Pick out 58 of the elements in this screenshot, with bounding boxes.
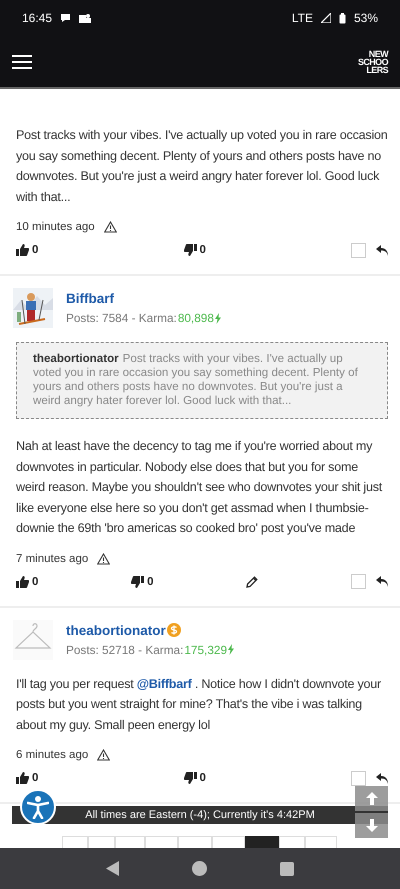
coin-icon <box>166 623 181 637</box>
scroll-down-button[interactable] <box>355 813 388 838</box>
menu-icon[interactable] <box>12 54 32 68</box>
post-time: 10 minutes ago <box>16 221 95 233</box>
signal-icon <box>320 13 331 23</box>
scroll-up-button[interactable] <box>355 786 388 811</box>
recents-icon[interactable] <box>280 862 294 876</box>
thumbs-up-icon <box>16 576 29 588</box>
select-checkbox[interactable] <box>351 770 366 786</box>
upvote-button[interactable]: 0 <box>16 772 38 784</box>
logo-text[interactable]: LERS <box>366 66 388 74</box>
home-icon[interactable] <box>192 861 207 876</box>
post-time: 7 minutes ago <box>16 552 88 564</box>
upvote-button[interactable]: 0 <box>16 576 38 588</box>
lightning-icon <box>228 644 234 655</box>
username-link[interactable]: theabortionator <box>66 622 166 638</box>
lightning-icon <box>214 312 221 324</box>
post-stats: Posts: 52718 - Karma: <box>66 642 184 656</box>
upvote-button[interactable]: 0 <box>16 244 38 256</box>
logo-text[interactable]: SCHOO <box>358 58 388 66</box>
status-time: 16:45 <box>22 11 52 25</box>
logo-text[interactable]: NEW <box>368 50 388 58</box>
reply-icon[interactable] <box>376 772 388 784</box>
arrow-up-icon <box>366 792 378 805</box>
reply-icon[interactable] <box>376 244 388 256</box>
warning-icon[interactable] <box>104 221 117 233</box>
downvote-button[interactable]: 0 <box>184 772 206 784</box>
karma-count: 175,329 <box>184 642 228 656</box>
thumbs-down-icon <box>131 576 144 588</box>
warning-icon[interactable] <box>97 552 110 564</box>
post-text: I'll tag you per request @Biffbarf . Notice how I didn't downvote your posts but you went straight for mine? That's the vibe i was talking about my guy. Small peen energy lol <box>16 676 382 734</box>
thumbs-up-icon <box>16 244 29 256</box>
network-label: LTE <box>292 11 313 25</box>
quote-block: theabortionator Post tracks with your vibes. I've actually up voted you in rare occasion you say something decent. Plenty of yours and others posts have no downvotes. But you're just a weird angry hater forever lol. Good luck with that... <box>16 342 388 419</box>
mention-link[interactable]: @Biffbarf <box>136 676 192 690</box>
reply-icon[interactable] <box>376 576 388 587</box>
post-stats: Posts: 7584 - Karma: <box>66 311 177 325</box>
back-icon[interactable] <box>106 861 120 876</box>
chat-icon <box>60 13 72 23</box>
pencil-icon[interactable] <box>246 576 258 588</box>
thumbs-down-icon <box>184 244 196 256</box>
warning-icon[interactable] <box>97 749 110 761</box>
battery-icon <box>338 12 346 24</box>
arrow-down-icon <box>366 819 378 832</box>
downvote-button[interactable]: 0 <box>131 576 154 588</box>
post-time: 6 minutes ago <box>16 749 88 761</box>
select-checkbox[interactable] <box>350 574 366 589</box>
battery-level: 53% <box>354 11 378 25</box>
thumbs-down-icon <box>184 772 196 784</box>
team-app-icon <box>79 12 92 24</box>
username-link[interactable]: Biffbarf <box>66 291 114 306</box>
post-text: Post tracks with your vibes. I've actually up voted you in rare occasion you say something decent. Plenty of yours and others posts have no downvotes. But you're just a weird angry hater forever lol. Good luck with that... <box>16 127 388 206</box>
karma-count: 80,898 <box>178 311 214 325</box>
post-text: Nah at least have the decency to tag me if you're worried about my downvotes in particular. Nobody else does that but you for some weird reason. Maybe you shouldn't see who downvotes your shit just like everyone else here so you don't get assmad when I thumbsie-downie the 69th 'bro americas so cooked bro' post you've made <box>16 438 384 537</box>
person-icon <box>27 795 49 819</box>
thumbs-up-icon <box>16 772 29 784</box>
select-checkbox[interactable] <box>351 242 366 258</box>
downvote-button[interactable]: 0 <box>184 244 206 256</box>
